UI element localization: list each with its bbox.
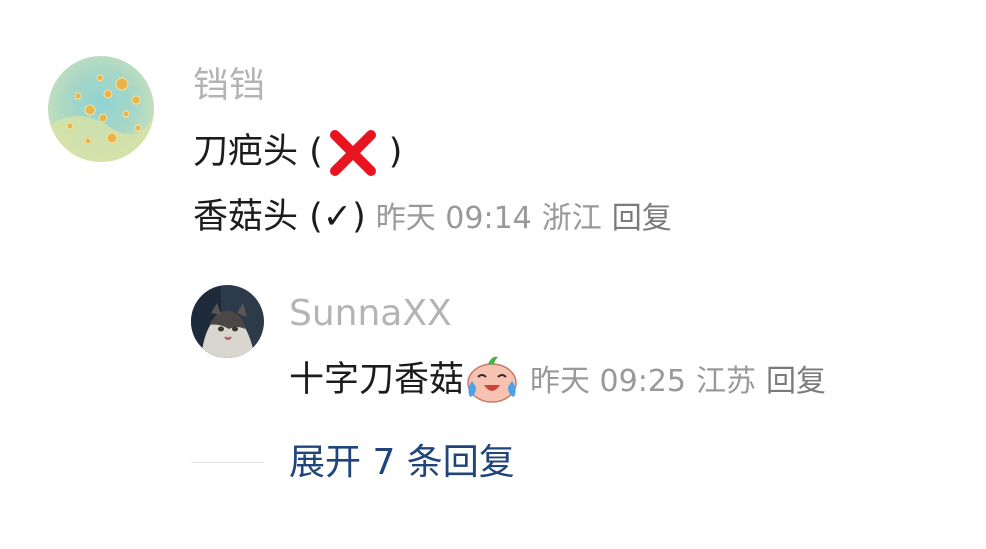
reply-time: 昨天 09:25	[530, 364, 687, 399]
comment-reply-button[interactable]: 回复	[612, 201, 672, 236]
crying-laughing-emoji-icon	[464, 356, 520, 403]
comment-location: 浙江	[541, 201, 602, 236]
reply-text-line: 十字刀香菇 昨天 09:25 江苏 回复	[289, 356, 826, 403]
comment-text-line1: 刀疤头 ()	[193, 130, 403, 176]
reply-reply-button[interactable]: 回复	[766, 364, 826, 399]
reply-text: 十字刀香菇	[289, 360, 465, 400]
comment-text: 香菇头 (✓)	[193, 197, 366, 237]
reply-author-name[interactable]: SunnaXX	[289, 294, 452, 334]
comment-text-line2: 香菇头 (✓) 昨天 09:14 浙江 回复	[193, 196, 672, 240]
expand-divider	[191, 462, 264, 463]
comment-text-prefix: 刀疤头 (	[193, 132, 323, 172]
comment-text-suffix: )	[388, 132, 403, 172]
red-cross-mark-icon	[327, 130, 385, 176]
comment-author-name[interactable]: 铛铛	[193, 66, 265, 106]
reply-location: 江苏	[696, 364, 757, 399]
expand-replies-button[interactable]: 展开 7 条回复	[289, 442, 515, 484]
comment-author-avatar[interactable]	[48, 56, 154, 162]
comment-time: 昨天 09:14	[375, 201, 532, 236]
reply-author-avatar[interactable]	[191, 285, 264, 358]
